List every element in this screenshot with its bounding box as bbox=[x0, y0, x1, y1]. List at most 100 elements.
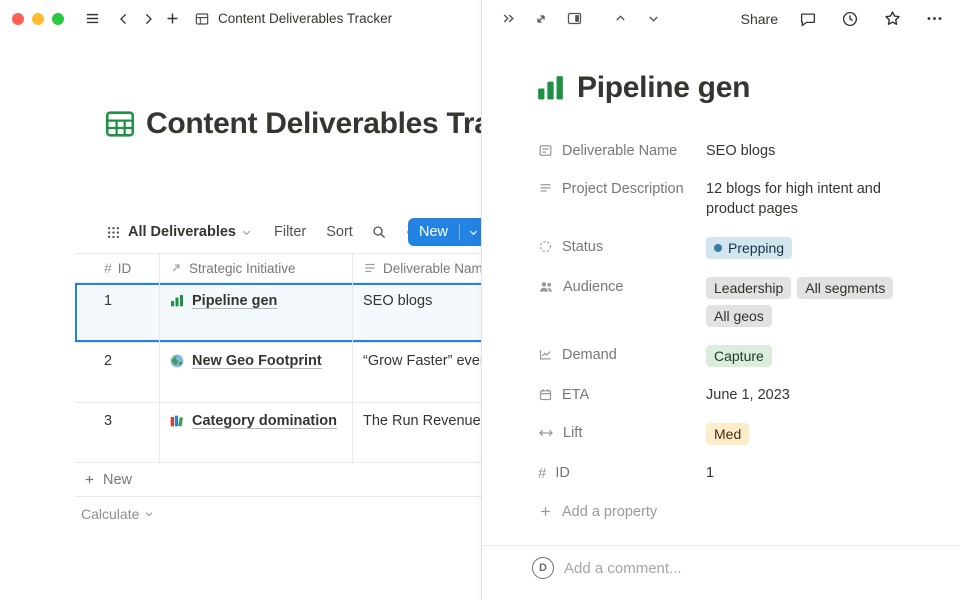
comment-composer[interactable]: D Add a comment... bbox=[532, 557, 940, 579]
add-row-label: New bbox=[103, 472, 132, 488]
peek-page-title[interactable]: Pipeline gen bbox=[577, 71, 750, 105]
table-row[interactable]: 3 Category domination The Run Revenue Su… bbox=[75, 403, 481, 463]
property-value[interactable]: 1 bbox=[706, 463, 906, 483]
view-switcher[interactable]: All Deliverables bbox=[128, 224, 236, 240]
property-label[interactable]: Lift bbox=[538, 423, 706, 443]
column-header-label: Strategic Initiative bbox=[189, 261, 296, 276]
side-peek-panel: Pipeline gen Deliverable Name SEO blogs … bbox=[481, 0, 960, 600]
column-header-initiative[interactable]: Strategic Initiative bbox=[160, 254, 353, 282]
property-value[interactable]: June 1, 2023 bbox=[706, 385, 906, 405]
property-row-eta[interactable]: ETA June 1, 2023 bbox=[538, 376, 940, 414]
search-icon[interactable] bbox=[371, 224, 387, 240]
audience-pill[interactable]: All segments bbox=[797, 277, 893, 299]
cell-initiative[interactable]: Pipeline gen bbox=[160, 283, 353, 342]
calendar-icon bbox=[538, 387, 553, 402]
pill-label: Capture bbox=[714, 346, 764, 366]
demand-pill[interactable]: Capture bbox=[706, 345, 772, 367]
breadcrumb-title[interactable]: Content Deliverables Tracker bbox=[218, 11, 392, 26]
comments-icon[interactable] bbox=[796, 6, 820, 32]
add-row-button[interactable]: New bbox=[75, 463, 481, 497]
new-page-plus-icon[interactable] bbox=[160, 6, 184, 32]
comment-input[interactable]: Add a comment... bbox=[564, 560, 682, 577]
page-header: Content Deliverables Tracker bbox=[103, 107, 481, 141]
audience-pill[interactable]: Leadership bbox=[706, 277, 791, 299]
history-clock-icon[interactable] bbox=[838, 6, 862, 32]
property-row-status[interactable]: Status Prepping bbox=[538, 228, 940, 268]
page-title[interactable]: Content Deliverables Tracker bbox=[146, 107, 481, 141]
property-name: Deliverable Name bbox=[562, 141, 677, 161]
table-view-grid-icon[interactable] bbox=[106, 225, 121, 240]
new-record-button[interactable]: New bbox=[408, 218, 481, 246]
property-value[interactable]: Leadership All segments All geos bbox=[706, 277, 906, 327]
property-row-deliverable-name[interactable]: Deliverable Name SEO blogs bbox=[538, 132, 940, 170]
number-type-icon: # bbox=[538, 464, 546, 484]
plus-icon bbox=[83, 473, 96, 486]
add-property-button[interactable]: Add a property bbox=[538, 493, 940, 531]
property-row-audience[interactable]: Audience Leadership All segments All geo… bbox=[538, 268, 940, 336]
minimize-window-button[interactable] bbox=[32, 13, 44, 25]
calculate-button[interactable]: Calculate bbox=[75, 498, 481, 530]
add-property-label: Add a property bbox=[562, 502, 657, 522]
deliverables-table: # ID Strategic Initiative Deliverable Na… bbox=[75, 253, 481, 530]
property-value[interactable]: Capture bbox=[706, 345, 906, 367]
status-pill[interactable]: Prepping bbox=[706, 237, 792, 259]
column-header-id[interactable]: # ID bbox=[75, 254, 160, 282]
cell-id[interactable]: 3 bbox=[75, 403, 160, 462]
property-row-id[interactable]: # ID 1 bbox=[538, 454, 940, 493]
table-header-row: # ID Strategic Initiative Deliverable Na… bbox=[75, 253, 481, 283]
forward-chevron-icon[interactable] bbox=[136, 6, 160, 32]
topbar-right: Share bbox=[741, 0, 946, 37]
cell-deliverable[interactable]: “Grow Faster” event bbox=[353, 343, 481, 402]
table-row[interactable]: 1 Pipeline gen SEO blogs bbox=[75, 283, 481, 343]
page-link[interactable]: New Geo Footprint bbox=[192, 353, 322, 369]
cell-id[interactable]: 2 bbox=[75, 343, 160, 402]
property-label[interactable]: Deliverable Name bbox=[538, 141, 706, 161]
section-divider bbox=[482, 545, 960, 546]
new-dropdown-chevron-icon[interactable] bbox=[460, 227, 481, 238]
column-header-deliverable[interactable]: Deliverable Name bbox=[353, 254, 481, 282]
lift-pill[interactable]: Med bbox=[706, 423, 749, 445]
sort-button[interactable]: Sort bbox=[326, 224, 353, 240]
property-label[interactable]: Demand bbox=[538, 345, 706, 365]
arrows-horizontal-icon bbox=[538, 425, 554, 441]
property-label[interactable]: Project Description bbox=[538, 179, 706, 199]
cell-initiative[interactable]: New Geo Footprint bbox=[160, 343, 353, 402]
more-options-icon[interactable] bbox=[922, 6, 946, 32]
property-label[interactable]: Audience bbox=[538, 277, 706, 297]
page-link[interactable]: Pipeline gen bbox=[192, 293, 277, 309]
property-value[interactable]: Med bbox=[706, 423, 906, 445]
favorite-star-icon[interactable] bbox=[880, 6, 904, 32]
property-label[interactable]: Status bbox=[538, 237, 706, 257]
cell-deliverable[interactable]: SEO blogs bbox=[353, 283, 481, 342]
property-name: Demand bbox=[562, 345, 617, 365]
green-table-page-icon[interactable] bbox=[103, 107, 137, 141]
cell-initiative[interactable]: Category domination bbox=[160, 403, 353, 462]
property-label[interactable]: # ID bbox=[538, 463, 706, 484]
zoom-window-button[interactable] bbox=[52, 13, 64, 25]
cell-id[interactable]: 1 bbox=[75, 283, 160, 342]
back-chevron-icon[interactable] bbox=[112, 6, 136, 32]
status-dot bbox=[714, 244, 722, 252]
property-value[interactable]: Prepping bbox=[706, 237, 906, 259]
cell-deliverable[interactable]: The Run Revenue Summit bbox=[353, 403, 481, 462]
audience-pill[interactable]: All geos bbox=[706, 305, 772, 327]
page-link[interactable]: Category domination bbox=[192, 413, 337, 429]
property-row-project-description[interactable]: Project Description 12 blogs for high in… bbox=[538, 170, 940, 228]
property-row-demand[interactable]: Demand Capture bbox=[538, 336, 940, 376]
property-value[interactable]: SEO blogs bbox=[706, 141, 906, 161]
property-label[interactable]: ETA bbox=[538, 385, 706, 405]
calculate-label: Calculate bbox=[81, 506, 139, 522]
sidebar-menu-icon[interactable] bbox=[80, 6, 104, 32]
app-window: Content Deliverables Tracker All Deliver… bbox=[0, 0, 960, 600]
bar-chart-icon[interactable] bbox=[534, 72, 567, 105]
share-button[interactable]: Share bbox=[741, 11, 778, 27]
people-icon bbox=[538, 279, 554, 295]
property-row-lift[interactable]: Lift Med bbox=[538, 414, 940, 454]
new-record-label: New bbox=[408, 224, 459, 240]
table-row[interactable]: 2 New Geo Footprint “Grow Faster” event bbox=[75, 343, 481, 403]
close-window-button[interactable] bbox=[12, 13, 24, 25]
property-value[interactable]: 12 blogs for high intent and product pag… bbox=[706, 179, 906, 219]
filter-button[interactable]: Filter bbox=[274, 224, 306, 240]
relation-arrow-icon bbox=[169, 261, 183, 275]
chevron-down-icon[interactable] bbox=[241, 227, 252, 238]
